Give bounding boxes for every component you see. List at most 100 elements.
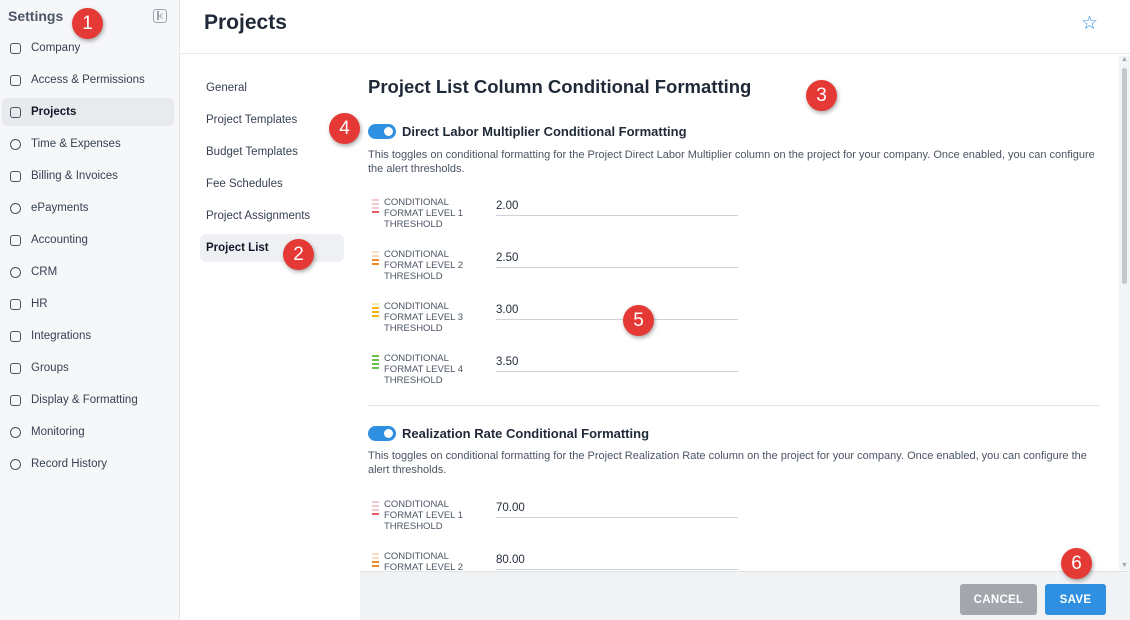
sidebar-item-epayments[interactable]: ePayments (2, 194, 174, 222)
subnav-item-project-assignments[interactable]: Project Assignments (200, 202, 344, 230)
sidebar-item-label: ePayments (31, 202, 89, 214)
sidebar-item-label: HR (31, 298, 48, 310)
sidebar-item-monitoring[interactable]: Monitoring (2, 418, 174, 446)
dlm-threshold-2-input[interactable] (496, 249, 738, 268)
rr-threshold-level-2: CONDITIONAL FORMAT LEVEL 2 (368, 551, 748, 570)
page-header: Projects ☆ (180, 0, 1130, 54)
invoice-icon (10, 170, 21, 182)
layers-icon (10, 362, 21, 374)
rr-threshold-level-1: CONDITIONAL FORMAT LEVEL 1 THRESHOLD (368, 499, 748, 539)
annotation-marker-6: 6 (1061, 548, 1092, 579)
dlm-toggle-label: Direct Labor Multiplier Conditional Form… (402, 124, 687, 139)
lock-icon (10, 74, 21, 86)
sidebar-item-label: Display & Formatting (31, 394, 138, 406)
level-3-icon (372, 303, 379, 321)
bell-icon (10, 426, 21, 438)
collapse-sidebar-icon[interactable] (153, 9, 167, 23)
sidebar-item-label: Monitoring (31, 426, 85, 438)
sidebar-item-crm[interactable]: CRM (2, 258, 174, 286)
rr-toggle-row: Realization Rate Conditional Formatting (368, 426, 649, 441)
annotation-marker-5: 5 (623, 305, 654, 336)
rr-formatting-toggle[interactable] (368, 426, 396, 441)
section-divider (368, 405, 1100, 406)
content-scrollbar[interactable]: ▲ ▼ (1119, 56, 1130, 570)
sidebar-item-label: Billing & Invoices (31, 170, 118, 182)
star-icon[interactable]: ☆ (1081, 12, 1098, 35)
integrations-icon (10, 330, 21, 342)
sidebar-item-billing-invoices[interactable]: Billing & Invoices (2, 162, 174, 190)
share-icon (10, 266, 21, 278)
threshold-label: CONDITIONAL FORMAT LEVEL 2 THRESHOLD (384, 249, 464, 282)
sidebar-item-accounting[interactable]: Accounting (2, 226, 174, 254)
history-icon (10, 458, 21, 470)
building-icon (10, 42, 21, 54)
sidebar-item-access-permissions[interactable]: Access & Permissions (2, 66, 174, 94)
sidebar-item-groups[interactable]: Groups (2, 354, 174, 382)
section-title: Project List Column Conditional Formatti… (368, 76, 752, 97)
sidebar-item-label: Accounting (31, 234, 88, 246)
sidebar-item-label: Record History (31, 458, 108, 470)
cancel-button[interactable]: CANCEL (960, 584, 1037, 615)
dlm-description: This toggles on conditional formatting f… (368, 149, 1095, 175)
dlm-threshold-level-1: CONDITIONAL FORMAT LEVEL 1 THRESHOLD (368, 197, 748, 237)
projects-subnav: General Project Templates Budget Templat… (200, 74, 344, 266)
dlm-threshold-3-input[interactable] (496, 301, 738, 320)
rr-toggle-label: Realization Rate Conditional Formatting (402, 426, 650, 441)
dlm-threshold-1-input[interactable] (496, 197, 738, 216)
annotation-marker-3: 3 (806, 80, 837, 111)
sidebar-item-label: Projects (31, 106, 77, 118)
annotation-marker-2: 2 (283, 239, 314, 270)
sidebar-title: Settings (8, 8, 64, 24)
scrollbar-thumb[interactable] (1122, 68, 1127, 284)
sidebar-item-display-formatting[interactable]: Display & Formatting (2, 386, 174, 414)
display-icon (10, 394, 21, 406)
level-4-icon (372, 355, 379, 373)
level-1-icon (372, 199, 379, 217)
sidebar-item-label: CRM (31, 266, 58, 278)
sidebar-item-integrations[interactable]: Integrations (2, 322, 174, 350)
level-2-icon (372, 251, 379, 269)
threshold-label: CONDITIONAL FORMAT LEVEL 4 THRESHOLD (384, 353, 464, 386)
sidebar-item-label: Access & Permissions (31, 74, 145, 86)
dlm-threshold-4-input[interactable] (496, 353, 738, 372)
clock-icon (10, 138, 21, 150)
threshold-label: CONDITIONAL FORMAT LEVEL 3 THRESHOLD (384, 301, 464, 334)
sidebar-item-record-history[interactable]: Record History (2, 450, 174, 478)
subnav-item-project-list[interactable]: Project List (200, 234, 344, 262)
sidebar-item-time-expenses[interactable]: Time & Expenses (2, 130, 174, 158)
sidebar-item-label: Company (31, 42, 81, 54)
form-footer: CANCEL SAVE (360, 571, 1130, 620)
dlm-formatting-toggle[interactable] (368, 124, 396, 139)
subnav-item-project-templates[interactable]: Project Templates (200, 106, 344, 134)
sidebar-item-hr[interactable]: HR (2, 290, 174, 318)
threshold-label: CONDITIONAL FORMAT LEVEL 1 THRESHOLD (384, 197, 464, 230)
payment-icon (10, 202, 21, 214)
subnav-item-fee-schedules[interactable]: Fee Schedules (200, 170, 344, 198)
sidebar-item-label: Time & Expenses (31, 138, 121, 150)
level-1-icon (372, 501, 379, 519)
dlm-toggle-row: Direct Labor Multiplier Conditional Form… (368, 124, 687, 139)
sidebar-item-label: Groups (31, 362, 69, 374)
scroll-up-icon[interactable]: ▲ (1121, 56, 1128, 63)
annotation-marker-1: 1 (72, 8, 103, 39)
rr-threshold-2-input[interactable] (496, 551, 738, 570)
rr-description: This toggles on conditional formatting f… (368, 450, 1087, 476)
sidebar-item-projects[interactable]: Projects (2, 98, 174, 126)
subnav-item-general[interactable]: General (200, 74, 344, 102)
main-content: Project List Column Conditional Formatti… (368, 56, 1108, 570)
page-title: Projects (204, 11, 287, 34)
settings-sidebar: Settings Company Access & Permissions Pr… (0, 0, 180, 620)
dlm-threshold-level-2: CONDITIONAL FORMAT LEVEL 2 THRESHOLD (368, 249, 748, 289)
rr-threshold-1-input[interactable] (496, 499, 738, 518)
sidebar-nav: Company Access & Permissions Projects Ti… (2, 34, 174, 482)
level-2-icon (372, 553, 379, 570)
id-badge-icon (10, 298, 21, 310)
scroll-down-icon[interactable]: ▼ (1121, 562, 1128, 569)
threshold-label: CONDITIONAL FORMAT LEVEL 2 (384, 551, 464, 570)
save-button[interactable]: SAVE (1045, 584, 1106, 615)
calculator-icon (10, 234, 21, 246)
briefcase-icon (10, 106, 21, 118)
dlm-threshold-level-3: CONDITIONAL FORMAT LEVEL 3 THRESHOLD (368, 301, 748, 341)
subnav-item-budget-templates[interactable]: Budget Templates (200, 138, 344, 166)
annotation-marker-4: 4 (329, 113, 360, 144)
